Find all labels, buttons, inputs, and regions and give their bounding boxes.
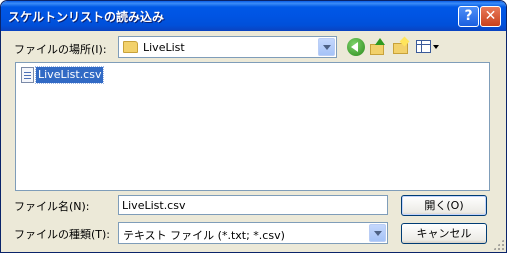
- back-icon[interactable]: [347, 38, 365, 56]
- chevron-down-icon[interactable]: [369, 224, 386, 242]
- window-title: スケルトンリストの読み込み: [8, 10, 165, 24]
- open-skeleton-list-dialog: スケルトンリストの読み込み ? ✕ ファイルの場所(I): LiveList L…: [0, 0, 507, 253]
- look-in-label: ファイルの場所(I):: [14, 43, 107, 56]
- views-menu-icon[interactable]: [415, 38, 439, 56]
- look-in-value: LiveList: [143, 41, 185, 54]
- resize-grip[interactable]: [493, 239, 504, 250]
- open-button[interactable]: 開く(O): [401, 195, 487, 216]
- filetype-label: ファイルの種類(T):: [14, 228, 111, 241]
- csv-file-icon: [21, 67, 34, 83]
- cancel-button[interactable]: キャンセル: [401, 223, 487, 244]
- close-icon: ✕: [484, 8, 497, 24]
- look-in-dropdown[interactable]: LiveList: [118, 36, 337, 58]
- help-button[interactable]: ?: [458, 6, 479, 27]
- filetype-dropdown[interactable]: テキスト ファイル (*.txt; *.csv): [118, 222, 388, 244]
- up-folder-icon[interactable]: [369, 38, 387, 56]
- folder-icon: [123, 41, 138, 53]
- filename-field[interactable]: [118, 195, 388, 215]
- title-bar[interactable]: スケルトンリストの読み込み ? ✕: [1, 1, 506, 31]
- file-list[interactable]: LiveList.csv: [15, 62, 490, 191]
- file-name: LiveList.csv: [34, 66, 105, 84]
- filename-input[interactable]: [119, 196, 387, 214]
- filetype-value: テキスト ファイル (*.txt; *.csv): [123, 229, 285, 242]
- help-icon: ?: [464, 8, 473, 24]
- new-folder-icon[interactable]: [392, 36, 410, 56]
- filename-label: ファイル名(N):: [14, 200, 90, 213]
- close-button[interactable]: ✕: [480, 6, 501, 27]
- chevron-down-icon[interactable]: [318, 38, 335, 56]
